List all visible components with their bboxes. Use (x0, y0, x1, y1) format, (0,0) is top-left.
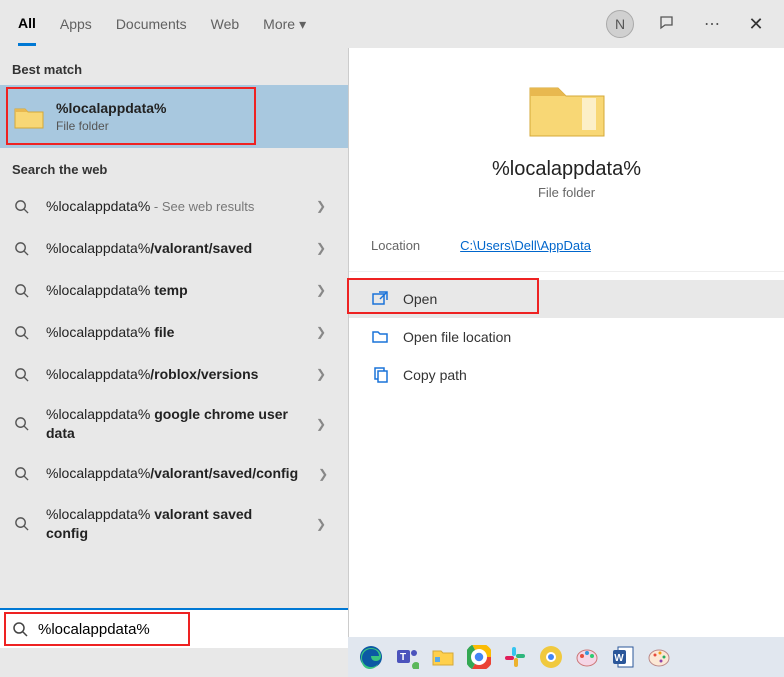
web-result-text: %localappdata%/roblox/versions (46, 365, 296, 384)
action-copy-label: Copy path (403, 367, 467, 383)
section-search-web: Search the web (0, 148, 348, 185)
chevron-right-icon[interactable]: ❯ (308, 279, 334, 301)
search-input[interactable] (38, 621, 336, 638)
edge-icon[interactable] (356, 642, 386, 672)
best-match-title: %localappdata% (56, 99, 334, 118)
web-result-text: %localappdata%/valorant/saved (46, 239, 296, 258)
chevron-right-icon[interactable]: ❯ (308, 237, 334, 259)
svg-text:T: T (400, 652, 406, 663)
tab-all[interactable]: All (18, 3, 36, 46)
user-avatar[interactable]: N (606, 10, 634, 38)
search-icon (14, 466, 34, 481)
best-match-subtitle: File folder (56, 118, 334, 134)
action-open[interactable]: Open (349, 280, 784, 318)
detail-panel: %localappdata% File folder Location C:\U… (348, 48, 784, 648)
action-open-loc-label: Open file location (403, 329, 511, 345)
results-panel: Best match %localappdata% File folder Se… (0, 48, 348, 648)
web-result-item[interactable]: %localappdata% valorant saved config ❯ (0, 495, 348, 553)
folder-location-icon (371, 328, 389, 346)
feedback-icon[interactable] (658, 14, 678, 34)
web-result-text: %localappdata% file (46, 323, 296, 342)
search-icon (14, 416, 34, 431)
web-result-text: %localappdata% valorant saved config (46, 505, 296, 543)
web-result-text: %localappdata% - See web results (46, 197, 296, 216)
search-icon (14, 283, 34, 298)
section-best-match: Best match (0, 48, 348, 85)
web-result-item[interactable]: %localappdata%/valorant/saved ❯ (0, 227, 348, 269)
web-result-item[interactable]: %localappdata% file ❯ (0, 311, 348, 353)
chevron-right-icon[interactable]: ❯ (308, 413, 334, 435)
detail-subtitle: File folder (538, 185, 595, 200)
tab-documents[interactable]: Documents (116, 4, 187, 44)
tab-web[interactable]: Web (211, 4, 240, 44)
chrome-canary-icon[interactable] (536, 642, 566, 672)
copy-icon (371, 366, 389, 384)
more-options-icon[interactable]: ⋯ (702, 14, 722, 34)
location-label: Location (371, 238, 420, 253)
detail-title: %localappdata% (492, 158, 641, 181)
taskbar: T W (348, 637, 784, 677)
search-bar[interactable] (0, 608, 348, 648)
word-icon[interactable]: W (608, 642, 638, 672)
search-icon (12, 621, 28, 637)
action-copy-path[interactable]: Copy path (349, 356, 784, 394)
tab-apps[interactable]: Apps (60, 4, 92, 44)
slack-icon[interactable] (500, 642, 530, 672)
search-icon (14, 516, 34, 531)
open-icon (371, 290, 389, 308)
tab-more[interactable]: More ▾ (263, 4, 306, 45)
search-icon (14, 199, 34, 214)
search-icon (14, 367, 34, 382)
teams-icon[interactable]: T (392, 642, 422, 672)
palette-icon[interactable] (644, 642, 674, 672)
search-tabs: All Apps Documents Web More ▾ N ⋯ ✕ (0, 0, 784, 48)
web-result-text: %localappdata% google chrome user data (46, 405, 296, 443)
chevron-right-icon[interactable]: ❯ (308, 513, 334, 535)
web-result-item[interactable]: %localappdata%/roblox/versions ❯ (0, 353, 348, 395)
chevron-right-icon[interactable]: ❯ (308, 195, 334, 217)
big-folder-icon (527, 76, 607, 140)
folder-icon (14, 104, 44, 130)
chevron-down-icon: ▾ (299, 16, 306, 33)
action-open-label: Open (403, 291, 437, 307)
chevron-right-icon[interactable]: ❯ (308, 321, 334, 343)
paint-icon[interactable] (572, 642, 602, 672)
web-result-item[interactable]: %localappdata% temp ❯ (0, 269, 348, 311)
explorer-icon[interactable] (428, 642, 458, 672)
close-icon[interactable]: ✕ (746, 14, 766, 34)
chrome-icon[interactable] (464, 642, 494, 672)
action-open-location[interactable]: Open file location (349, 318, 784, 356)
web-result-item[interactable]: %localappdata% - See web results ❯ (0, 185, 348, 227)
web-result-item[interactable]: %localappdata%/valorant/saved/config ❯ (0, 453, 348, 495)
search-icon (14, 241, 34, 256)
chevron-right-icon[interactable]: ❯ (308, 363, 334, 385)
web-result-item[interactable]: %localappdata% google chrome user data ❯ (0, 395, 348, 453)
web-result-text: %localappdata%/valorant/saved/config (46, 464, 298, 483)
chevron-right-icon[interactable]: ❯ (310, 463, 336, 485)
best-match-item[interactable]: %localappdata% File folder (0, 85, 348, 148)
web-result-text: %localappdata% temp (46, 281, 296, 300)
svg-text:W: W (614, 653, 624, 664)
location-link[interactable]: C:\Users\Dell\AppData (460, 238, 591, 253)
search-icon (14, 325, 34, 340)
